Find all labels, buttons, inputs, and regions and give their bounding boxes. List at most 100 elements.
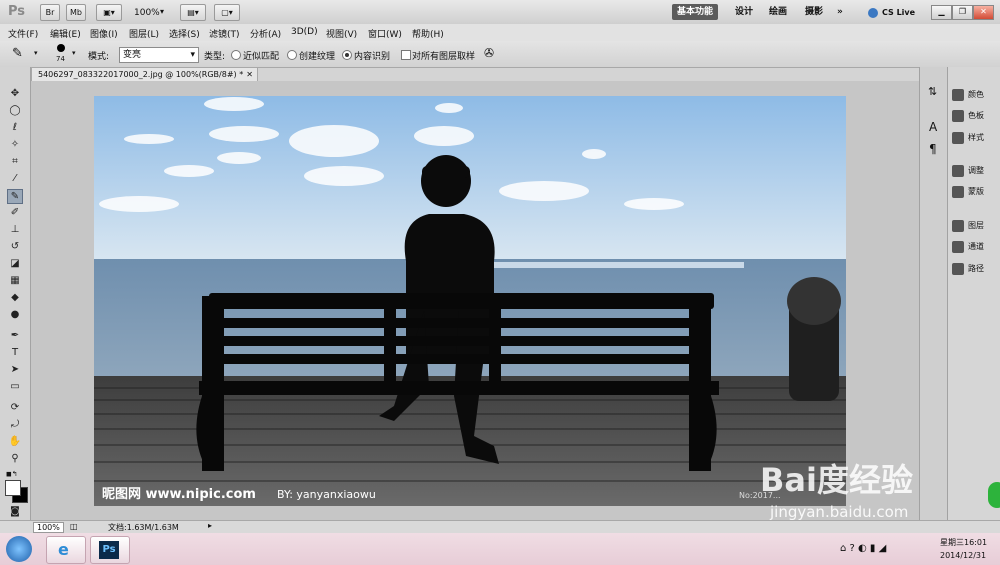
menu-3d[interactable]: 3D(D) (291, 27, 318, 37)
content-aware-radio[interactable] (342, 50, 352, 60)
gradient-tool-icon[interactable]: ▦ (8, 274, 22, 287)
brush-picker-dropdown-icon[interactable]: ▾ (72, 49, 76, 57)
cs-live-button[interactable]: CS Live (882, 8, 915, 17)
rectangle-tool-icon[interactable]: ▭ (8, 380, 22, 393)
bollard-top (787, 277, 841, 325)
type-tool-icon[interactable]: T (8, 346, 22, 359)
eraser-tool-icon[interactable]: ◪ (8, 257, 22, 270)
paragraph-panel-icon[interactable]: ¶ (929, 142, 937, 156)
restore-button[interactable]: ❐ (952, 5, 973, 20)
baidu-url: jingyan.baidu.com (770, 503, 909, 521)
menu-select[interactable]: 选择(S) (169, 27, 200, 40)
adjustments-panel-button[interactable]: 调整 (952, 163, 984, 179)
taskbar-ie-button[interactable]: e (46, 536, 86, 564)
mode-select[interactable]: 变亮 ▾ (119, 47, 199, 63)
tools-panel: ✥ ◯ ℓ ✧ ⌗ ⁄ ✎ ✐ ⊥ ↺ ◪ ▦ ◆ ● ✒ T ➤ ▭ ⟳ ⤾ … (0, 67, 31, 520)
history-panel-icon[interactable]: ⇅ (928, 85, 937, 98)
3d-rotate-tool-icon[interactable]: ⟳ (8, 401, 22, 414)
proximity-match-radio[interactable] (231, 50, 241, 60)
hand-tool-icon[interactable]: ✋ (8, 435, 22, 448)
ie-icon: e (58, 540, 69, 559)
menu-file[interactable]: 文件(F) (8, 27, 38, 40)
start-button-icon[interactable] (6, 536, 32, 562)
foreground-color-swatch[interactable] (5, 480, 21, 496)
pressure-size-icon[interactable]: ✇ (484, 46, 494, 60)
menu-window[interactable]: 窗口(W) (368, 27, 402, 40)
menu-help[interactable]: 帮助(H) (412, 27, 444, 40)
document-image[interactable]: 昵图网 www.nipic.com BY: yanyanxiaowu No:20… (94, 96, 846, 506)
spot-healing-brush-icon[interactable]: ✎ (12, 46, 23, 61)
swatches-panel-button[interactable]: 色板 (952, 108, 984, 124)
zoom-dropdown-icon[interactable]: ▾ (160, 7, 164, 16)
zoom-level[interactable]: 100% (134, 8, 160, 18)
menu-image[interactable]: 图像(I) (90, 27, 118, 40)
sample-all-layers-checkbox[interactable] (401, 50, 411, 60)
floating-green-button[interactable] (988, 482, 1000, 508)
status-zoom[interactable]: 100% (33, 522, 64, 533)
status-info-icon[interactable]: ◫ (70, 522, 78, 531)
workspace-design[interactable]: 设计 (730, 4, 758, 20)
tray-icons[interactable]: ⌂ ? ◐ ▮ ◢ (840, 543, 886, 554)
status-document-size: 文档:1.63M/1.63M (108, 523, 179, 532)
panel-dock: 颜色 色板 样式 调整 蒙版 图层 通道 路径 (947, 67, 1000, 520)
spot-healing-brush-tool-icon[interactable]: ✎ (7, 189, 23, 204)
brush-size: 74 (56, 55, 65, 63)
clock-time[interactable]: 星期三16:01 (940, 537, 987, 548)
arrange-documents-button[interactable]: ▤▾ (180, 4, 206, 21)
brush-tool-icon[interactable]: ✐ (8, 206, 22, 219)
crop-tool-icon[interactable]: ⌗ (8, 155, 22, 168)
content-aware-label: 内容识别 (354, 52, 391, 62)
color-panel-button[interactable]: 颜色 (952, 87, 984, 103)
menu-bar: 文件(F) 编辑(E) 图像(I) 图层(L) 选择(S) 滤镜(T) 分析(A… (0, 24, 1000, 42)
document-tab-title: 5406297_083322017000_2.jpg @ 100%(RGB/8#… (38, 70, 244, 79)
zoom-tool-icon[interactable]: ⚲ (8, 452, 22, 465)
menu-edit[interactable]: 编辑(E) (50, 27, 81, 40)
eyedropper-tool-icon[interactable]: ⁄ (8, 172, 22, 185)
menu-view[interactable]: 视图(V) (326, 27, 357, 40)
marquee-tool-icon[interactable]: ◯ (8, 104, 22, 117)
channels-panel-button[interactable]: 通道 (952, 239, 984, 255)
lasso-tool-icon[interactable]: ℓ (8, 121, 22, 134)
close-document-icon[interactable]: ✕ (246, 68, 253, 82)
panel-dock-collapsed: ⇅ A ¶ (919, 67, 948, 520)
blur-tool-icon[interactable]: ◆ (8, 291, 22, 304)
path-selection-tool-icon[interactable]: ➤ (8, 363, 22, 376)
tool-preset-dropdown-icon[interactable]: ▾ (34, 49, 38, 57)
masks-panel-button[interactable]: 蒙版 (952, 184, 984, 200)
more-workspaces-icon[interactable]: » (832, 4, 848, 20)
layers-icon (952, 219, 964, 232)
3d-orbit-tool-icon[interactable]: ⤾ (8, 418, 22, 431)
create-texture-radio[interactable] (287, 50, 297, 60)
clone-stamp-tool-icon[interactable]: ⊥ (8, 223, 22, 236)
styles-panel-button[interactable]: 样式 (952, 130, 984, 146)
layers-panel-button[interactable]: 图层 (952, 218, 984, 234)
brush-preview-icon[interactable] (57, 44, 65, 52)
clock-date[interactable]: 2014/12/31 (940, 551, 986, 560)
taskbar-photoshop-button[interactable]: Ps (90, 536, 130, 564)
dodge-tool-icon[interactable]: ● (8, 308, 22, 321)
screen-mode-button[interactable]: ▢▾ (214, 4, 240, 21)
status-menu-icon[interactable]: ▸ (208, 521, 212, 530)
menu-analysis[interactable]: 分析(A) (250, 27, 281, 40)
history-brush-tool-icon[interactable]: ↺ (8, 240, 22, 253)
quick-selection-tool-icon[interactable]: ✧ (8, 138, 22, 151)
photoshop-logo: Ps (8, 4, 26, 19)
pen-tool-icon[interactable]: ✒ (8, 329, 22, 342)
workspace-essentials[interactable]: 基本功能 (672, 4, 719, 20)
application-bar: Ps Br Mb ▣▾ 100% ▾ ▤▾ ▢▾ 基本功能 设计 绘画 摄影 »… (0, 0, 1000, 25)
character-panel-icon[interactable]: A (929, 120, 937, 134)
paths-panel-button[interactable]: 路径 (952, 261, 984, 277)
workspace-photography[interactable]: 摄影 (800, 4, 828, 20)
minimize-button[interactable]: ▁ (931, 5, 952, 20)
move-tool-icon[interactable]: ✥ (8, 87, 22, 100)
close-button[interactable]: ✕ (973, 5, 994, 20)
default-colors-icon[interactable]: ◼↰ (6, 470, 18, 478)
quick-mask-icon[interactable]: ◙ (8, 505, 22, 518)
menu-layer[interactable]: 图层(L) (129, 27, 159, 40)
workspace-painting[interactable]: 绘画 (764, 4, 792, 20)
mini-bridge-button[interactable]: Mb (66, 4, 86, 21)
menu-filter[interactable]: 滤镜(T) (209, 27, 240, 40)
document-tab[interactable]: 5406297_083322017000_2.jpg @ 100%(RGB/8#… (31, 67, 258, 81)
view-extras-button[interactable]: ▣▾ (96, 4, 122, 21)
bridge-button[interactable]: Br (40, 4, 60, 21)
